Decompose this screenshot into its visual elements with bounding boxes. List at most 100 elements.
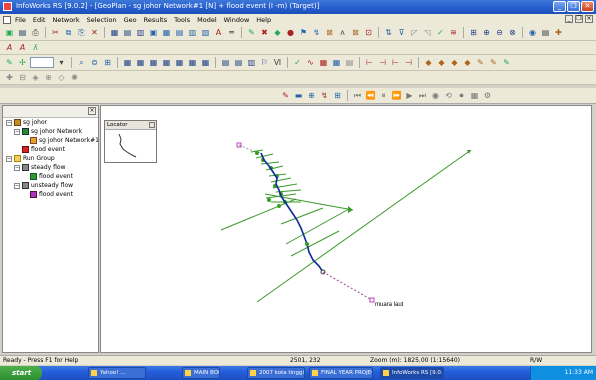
curve-icon[interactable]: ∿ (305, 57, 316, 68)
grid2-icon[interactable]: ▦ (135, 57, 146, 68)
window-icon[interactable]: ▣ (148, 27, 159, 38)
cross-section-long-1[interactable] (256, 149, 472, 303)
slider-icon[interactable]: ▬ (293, 90, 304, 101)
layers-icon[interactable]: ▤ (540, 27, 551, 38)
flag-icon[interactable]: ⚐ (259, 57, 270, 68)
tick-icon[interactable]: ✓ (292, 57, 303, 68)
collapse-icon[interactable]: − (14, 182, 20, 189)
mdi-minimize-icon[interactable]: _ (565, 15, 573, 23)
collapse-icon[interactable]: − (6, 155, 12, 162)
link2-icon[interactable]: ⊣ (377, 57, 388, 68)
explorer-close-icon[interactable]: × (88, 107, 96, 115)
outlet-node[interactable] (369, 297, 375, 303)
grid1-icon[interactable]: ▦ (122, 57, 133, 68)
stop-icon[interactable]: ◉ (430, 90, 441, 101)
grid4-icon[interactable]: ▦ (161, 57, 172, 68)
pin-icon[interactable]: ✚ (553, 27, 564, 38)
target-icon[interactable]: ⊕ (306, 90, 317, 101)
line-icon[interactable]: ═ (226, 27, 237, 38)
task-main-body[interactable]: MAIN BODY (182, 367, 220, 379)
validate-icon[interactable]: ✎ (246, 27, 257, 38)
tool-sim-icon[interactable]: ⊠ (324, 27, 335, 38)
font-a-icon[interactable]: A (4, 42, 15, 53)
tool-flag-icon[interactable]: ⚑ (298, 27, 309, 38)
zoom-in-icon[interactable]: ⊕ (481, 27, 492, 38)
find-icon[interactable]: ⌕ (76, 57, 87, 68)
lightning-icon[interactable]: ↯ (319, 90, 330, 101)
gray-grid-icon[interactable]: ▤ (344, 57, 355, 68)
long-section-icon[interactable]: ▥ (187, 27, 198, 38)
menu-window[interactable]: Window (224, 16, 250, 24)
link1-icon[interactable]: ⊢ (364, 57, 375, 68)
tool-gray2-icon[interactable]: ◹ (422, 27, 433, 38)
cut-icon[interactable]: ✂ (50, 27, 61, 38)
menu-edit[interactable]: Edit (33, 16, 46, 24)
mdi-close-icon[interactable]: × (585, 15, 593, 23)
scale-icon[interactable]: ⊞ (332, 90, 343, 101)
cross-section-mid[interactable] (285, 208, 350, 245)
mdi-restore-icon[interactable]: ❐ (575, 15, 583, 23)
tool-y-icon[interactable]: ⊡ (363, 27, 374, 38)
tool-sort-icon[interactable]: ⇅ (383, 27, 394, 38)
vi-icon[interactable]: Ⅵ (272, 57, 283, 68)
properties-icon[interactable]: ▥ (135, 27, 146, 38)
prev-frame-icon[interactable]: ⏪ (365, 90, 376, 101)
table-a-icon[interactable]: ▤ (220, 57, 231, 68)
grid6-icon[interactable]: ▦ (187, 57, 198, 68)
tool-green-icon[interactable]: ◆ (272, 27, 283, 38)
tree-item-catchment[interactable]: − sg johor (6, 119, 47, 126)
grid-icon[interactable]: ▦ (109, 27, 120, 38)
tool-run-icon[interactable]: ↯ (311, 27, 322, 38)
blue-grid-icon[interactable]: ▦ (331, 57, 342, 68)
geoplan-map[interactable]: Locator muara laut (100, 105, 592, 353)
task-yahoo[interactable]: Yahoo! ... (88, 367, 146, 379)
paint2-icon[interactable]: ✎ (488, 57, 499, 68)
combo-dropdown-icon[interactable]: ▾ (56, 57, 67, 68)
paint3-icon[interactable]: ✎ (501, 57, 512, 68)
river-centerline[interactable] (260, 152, 324, 273)
tree-item-flood-event[interactable]: flood event (22, 146, 65, 153)
tool-gray1-icon[interactable]: ◸ (409, 27, 420, 38)
tool-wave-icon[interactable]: ≋ (448, 27, 459, 38)
collapse-icon[interactable]: − (6, 119, 12, 126)
zoom-extent-icon[interactable]: ⊗ (507, 27, 518, 38)
menu-geo[interactable]: Geo (124, 16, 137, 24)
bucket1-icon[interactable]: ◆ (423, 57, 434, 68)
select-icon[interactable]: ⊞ (102, 57, 113, 68)
table-b-icon[interactable]: ▤ (233, 57, 244, 68)
tree-item-steady-sim[interactable]: flood event (30, 173, 73, 180)
task-kota-tinggi[interactable]: 2007 kota tinggi imp... (247, 367, 305, 379)
selection-combo[interactable] (30, 57, 54, 68)
play-icon[interactable]: ▶ (404, 90, 415, 101)
task-final-year[interactable]: FINAL YEAR PROJEC... (309, 367, 373, 379)
link4-icon[interactable]: ⊣ (403, 57, 414, 68)
print-icon[interactable]: ⎙ (30, 27, 41, 38)
zoom-window-icon[interactable]: ⊞ (468, 27, 479, 38)
zoom-out-icon[interactable]: ⊖ (494, 27, 505, 38)
sql-icon[interactable]: ⊜ (89, 57, 100, 68)
menu-file[interactable]: File (15, 16, 26, 24)
nav-node-icon[interactable]: ◈ (30, 72, 41, 83)
map-icon[interactable]: ◉ (527, 27, 538, 38)
red-grid-icon[interactable]: ▦ (318, 57, 329, 68)
pause-icon[interactable]: ⏸ (378, 90, 389, 101)
minimize-icon[interactable]: _ (553, 1, 566, 12)
close-icon[interactable]: ✕ (581, 1, 594, 12)
start-button[interactable]: start (0, 366, 42, 380)
tool-check-icon[interactable]: ✓ (435, 27, 446, 38)
menu-tools[interactable]: Tools (174, 16, 190, 24)
bucket3-icon[interactable]: ◆ (449, 57, 460, 68)
menu-results[interactable]: Results (144, 16, 167, 24)
nav-minus-icon[interactable]: ⊟ (17, 72, 28, 83)
document-icon[interactable] (3, 15, 11, 24)
grid3-icon[interactable]: ▦ (148, 57, 159, 68)
table-icon[interactable]: ▤ (122, 27, 133, 38)
table-c-icon[interactable]: ▥ (246, 57, 257, 68)
nav-branch-icon[interactable]: ⊕ (43, 72, 54, 83)
first-frame-icon[interactable]: ⏮ (352, 90, 363, 101)
clock[interactable]: 11:33 AM (565, 369, 593, 376)
font-style-icon[interactable]: ʎ (30, 42, 41, 53)
collapse-icon[interactable]: − (14, 164, 20, 171)
tree-item-network[interactable]: − sg johor Network (14, 128, 82, 135)
nav-plus-icon[interactable]: ✚ (4, 72, 15, 83)
